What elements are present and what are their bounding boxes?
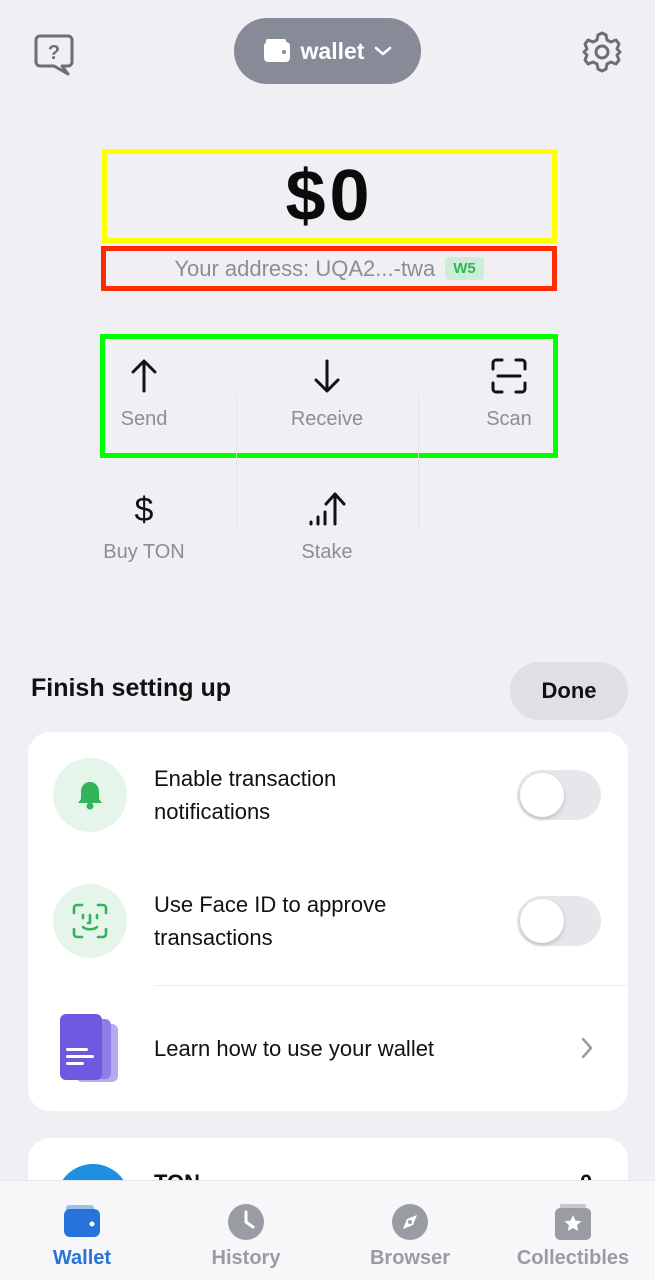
list-item-notifications[interactable]: Enable transaction notifications [28, 732, 628, 858]
help-button[interactable]: ? [32, 32, 76, 76]
top-bar: ? wallet [0, 0, 655, 100]
highlight-box-address [101, 246, 557, 291]
clock-icon [227, 1203, 265, 1241]
stake-action[interactable]: Stake [237, 473, 417, 583]
buy-ton-label: Buy TON [103, 541, 185, 563]
receive-label: Receive [290, 408, 364, 430]
chevron-down-icon [374, 45, 392, 57]
tab-label: Collectibles [516, 1247, 630, 1269]
setup-card: Enable transaction notifications Use Fac… [28, 732, 628, 1111]
face-id-icon [53, 884, 127, 958]
notifications-line2: notifications [154, 799, 271, 824]
svg-text:$: $ [135, 491, 154, 529]
wallet-switcher[interactable]: wallet [234, 18, 421, 84]
tab-collectibles[interactable]: Collectibles [491, 1181, 655, 1280]
receive-action[interactable]: Receive [237, 340, 417, 450]
notifications-text: Enable transaction notifications [154, 762, 336, 828]
wallet-label: wallet [300, 37, 365, 64]
send-action[interactable]: Send [54, 340, 234, 450]
tab-label: Wallet [52, 1247, 112, 1269]
send-label: Send [120, 408, 168, 430]
notifications-toggle[interactable] [517, 770, 601, 820]
scan-icon [490, 352, 528, 400]
buy-ton-action[interactable]: $ Buy TON [54, 473, 234, 583]
svg-text:?: ? [48, 42, 60, 64]
scan-label: Scan [486, 408, 532, 430]
wallet-icon [263, 39, 291, 63]
toggle-knob [520, 773, 564, 817]
tab-wallet[interactable]: Wallet [0, 1181, 164, 1280]
bell-icon [53, 758, 127, 832]
tab-label: History [211, 1247, 281, 1269]
highlight-box-balance [102, 149, 557, 243]
face-id-toggle[interactable] [517, 896, 601, 946]
arrow-down-icon [312, 352, 342, 400]
settings-button[interactable] [580, 30, 624, 74]
help-question-icon: ? [32, 34, 76, 80]
face-id-line1: Use Face ID to approve [154, 892, 387, 917]
dollar-icon: $ [131, 485, 157, 533]
tab-browser[interactable]: Browser [328, 1181, 492, 1280]
list-item-face-id[interactable]: Use Face ID to approve transactions [28, 858, 628, 984]
compass-icon [391, 1203, 429, 1241]
tab-history[interactable]: History [164, 1181, 328, 1280]
notifications-line1: Enable transaction [154, 766, 337, 791]
toggle-knob [520, 899, 564, 943]
learn-text: Learn how to use your wallet [154, 1036, 435, 1061]
section-title: Finish setting up [31, 674, 231, 702]
arrow-up-icon [129, 352, 159, 400]
done-button[interactable]: Done [510, 662, 628, 720]
stake-icon [307, 485, 347, 533]
list-item-learn[interactable]: Learn how to use your wallet [28, 986, 628, 1111]
scan-action[interactable]: Scan [419, 340, 599, 450]
bottom-tab-bar: Wallet History Browser Collectibles [0, 1180, 655, 1280]
gear-icon [580, 31, 624, 78]
chevron-right-icon [580, 1036, 594, 1065]
wallet-icon [62, 1203, 102, 1241]
face-id-line2: transactions [154, 925, 273, 950]
collectibles-icon [553, 1203, 593, 1241]
guide-icon [58, 1014, 120, 1084]
stake-label: Stake [301, 541, 353, 563]
face-id-text: Use Face ID to approve transactions [154, 888, 386, 954]
tab-label: Browser [369, 1247, 451, 1269]
